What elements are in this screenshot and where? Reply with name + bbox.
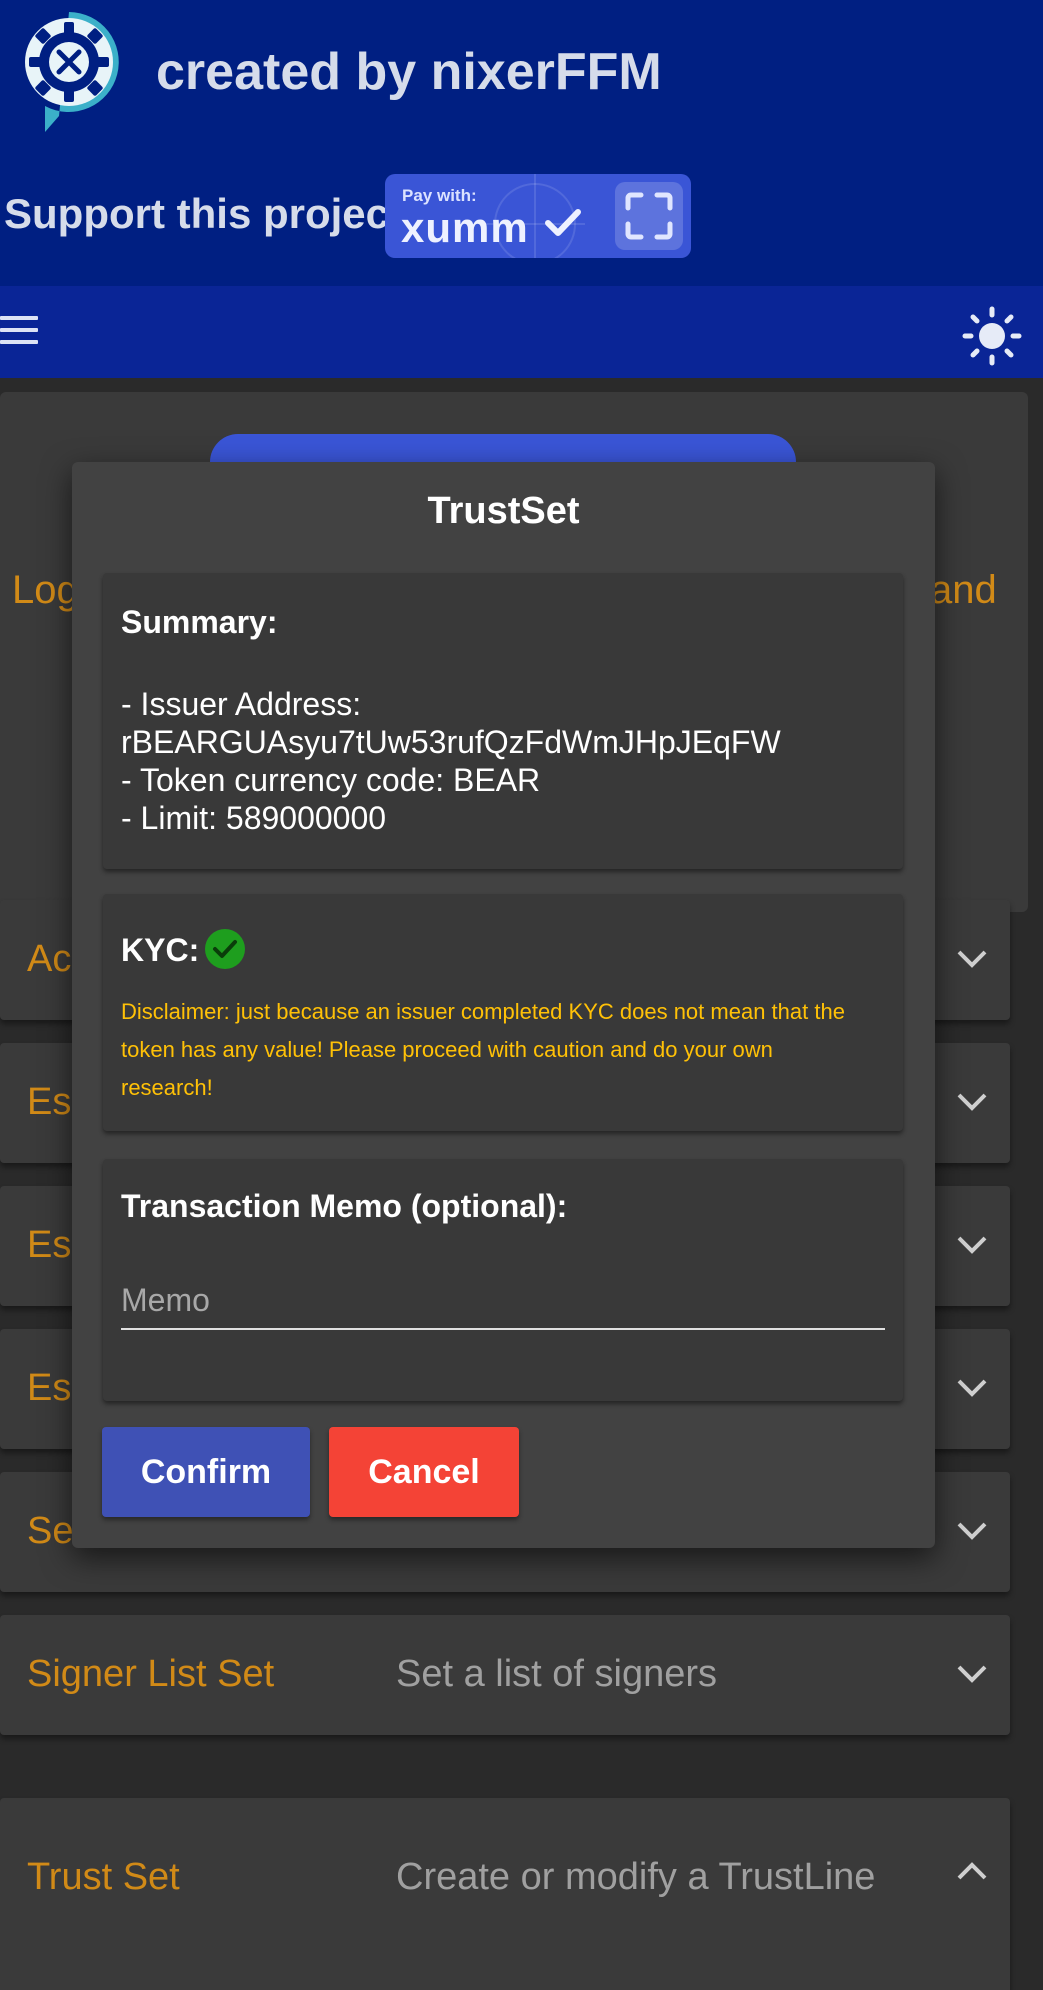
accordion-title: Ac — [27, 938, 72, 980]
chevron-down-icon — [957, 1236, 987, 1254]
xumm-pay-with-label: Pay with: — [402, 186, 477, 205]
support-label: Support this project: — [4, 190, 417, 237]
summary-heading: Summary: — [121, 604, 278, 640]
accordion-title: Es — [27, 1081, 72, 1123]
kyc-disclaimer: Disclaimer: just because an issuer compl… — [121, 999, 845, 1100]
created-by-text: created by nixerFFM — [156, 43, 662, 101]
chevron-down-icon — [957, 1093, 987, 1111]
chevron-down-icon — [957, 1522, 987, 1540]
accordion-title: Trust Set — [27, 1856, 180, 1898]
dialog-title: TrustSet — [427, 490, 580, 532]
token-currency-line: - Token currency code: BEAR — [121, 762, 541, 798]
accordion-title: Es — [27, 1367, 72, 1409]
kyc-heading: KYC: — [121, 932, 200, 968]
accordion-description: Create or modify a TrustLine — [396, 1856, 876, 1898]
cancel-button[interactable]: Cancel — [329, 1427, 519, 1517]
xumm-brand-label: xumm — [401, 204, 529, 251]
chevron-down-icon — [957, 1379, 987, 1397]
memo-heading: Transaction Memo (optional): — [121, 1188, 568, 1224]
confirm-button[interactable]: Confirm — [102, 1427, 310, 1517]
memo-input[interactable] — [121, 1272, 885, 1330]
chevron-down-icon — [957, 950, 987, 968]
accordion-title: Signer List Set — [27, 1653, 275, 1695]
accordion-title: Se — [27, 1510, 74, 1552]
chevron-up-icon — [957, 1862, 987, 1880]
xrpl-logo-icon — [25, 12, 119, 132]
xumm-check-icon — [545, 209, 581, 236]
qr-scan-icon — [615, 182, 683, 250]
login-text-left: Log — [12, 568, 79, 612]
login-text-right: and — [930, 568, 997, 612]
accordion-trust-set[interactable]: Trust Set Create or modify a TrustLine — [0, 1798, 1010, 1990]
limit-line: - Limit: 589000000 — [121, 800, 387, 836]
toolbar — [0, 286, 1043, 378]
accordion-title: Es — [27, 1224, 72, 1266]
hamburger-menu-icon[interactable] — [0, 316, 38, 348]
accordion-signer-list-set[interactable]: Signer List Set Set a list of signers — [0, 1615, 1010, 1735]
accordion-description: Set a list of signers — [396, 1653, 718, 1695]
check-circle-icon — [205, 929, 245, 969]
issuer-address-value: rBEARGUAsyu7tUw53rufQzFdWmJHpJEqFW — [121, 724, 781, 760]
xumm-pay-button[interactable]: Pay with: xumm — [385, 174, 691, 258]
issuer-address-label: - Issuer Address: — [121, 686, 362, 722]
sun-icon[interactable] — [962, 306, 1022, 366]
chevron-down-icon — [957, 1665, 987, 1683]
